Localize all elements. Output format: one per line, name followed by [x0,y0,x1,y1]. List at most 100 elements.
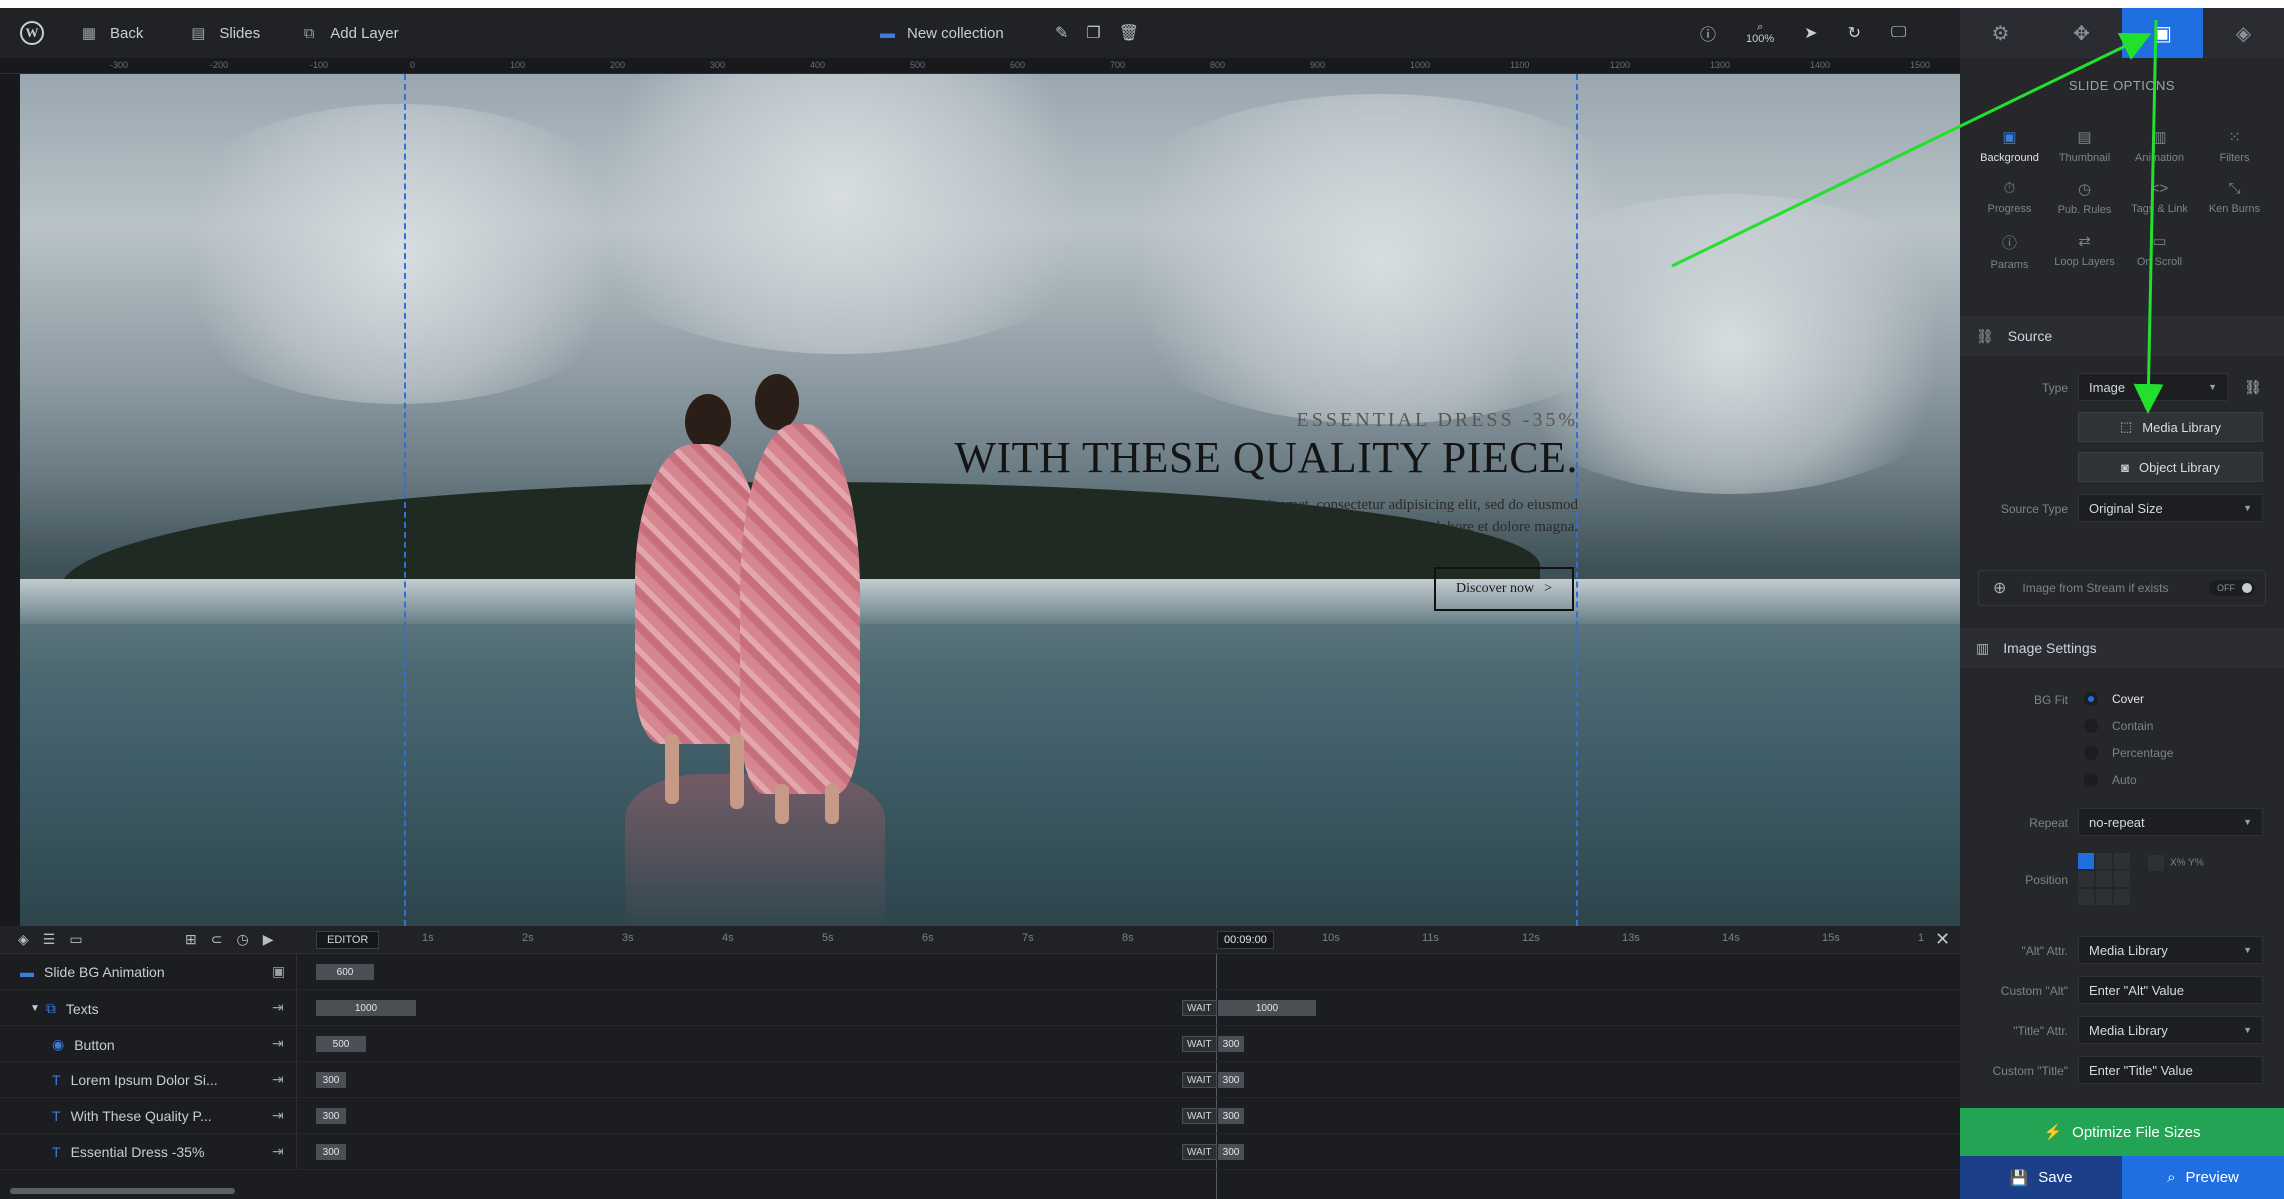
pin-icon[interactable]: ⇥ [272,1107,284,1124]
type-select[interactable]: Image ▼ [2078,373,2228,401]
option-filters[interactable]: ⁙ Filters [2197,128,2272,164]
timeline-end-bar[interactable]: 300 [1218,1036,1244,1052]
preview-button[interactable]: ⌕ Preview [2122,1156,2284,1199]
table-row[interactable]: ◉ Button ⇥ 500 WAIT 300 [0,1026,1960,1062]
position-cell[interactable] [2078,889,2094,905]
layer-headline[interactable]: WITH THESE QUALITY PIECE. [954,432,1578,483]
bg-icon[interactable]: ▣ [272,963,285,980]
object-library-button[interactable]: ◙ Object Library [2078,452,2263,482]
link-icon[interactable]: ⛓ [2238,373,2268,401]
grid-snap-icon[interactable]: ⊞ [185,931,197,948]
image-settings-section-header[interactable]: ▥ Image Settings [1960,628,2284,668]
option-on-scroll[interactable]: ▭ On Scroll [2122,232,2197,271]
alt-attr-select[interactable]: Media Library ▼ [2078,936,2263,964]
position-cell[interactable] [2096,871,2112,887]
position-cell[interactable] [2078,871,2094,887]
wordpress-logo-icon[interactable]: W [20,21,44,45]
pin-icon[interactable]: ⇥ [272,999,284,1016]
back-button[interactable]: ▦ Back [80,8,143,58]
timer-icon[interactable]: ◷ [236,931,248,948]
editor-badge[interactable]: EDITOR [316,931,380,949]
add-layer-button[interactable]: ⧉ Add Layer [300,8,399,58]
position-grid[interactable] [2078,853,2130,905]
pin-icon[interactable]: ⇥ [272,1071,284,1088]
option-background[interactable]: ▣ Background [1972,128,2047,164]
position-cell[interactable] [2114,889,2130,905]
slides-button[interactable]: ▤ Slides [189,8,260,58]
position-cell[interactable] [2096,889,2112,905]
tab-layers[interactable]: ◈ [2203,8,2284,58]
option-animation[interactable]: ▥ Animation [2122,128,2197,164]
option-pub-rules[interactable]: ◷ Pub. Rules [2047,180,2122,216]
layer-lorem-ipsum[interactable]: Lorem ipsum dolor sit amet, consectetur … [1058,494,1578,538]
timeline-end-bar[interactable]: 300 [1218,1144,1244,1160]
time-tick: 11s [1422,932,1439,944]
layer-button[interactable]: Discover now > [1434,567,1574,611]
timeline-bar[interactable]: 500 [316,1036,366,1052]
save-button[interactable]: 💾 Save [1960,1156,2122,1199]
tab-settings[interactable]: ⚙ [1960,8,2041,58]
timeline-bar[interactable]: 300 [316,1108,346,1124]
pointer-icon[interactable]: ➤ [1804,23,1817,43]
slide-canvas[interactable]: ESSENTIAL DRESS -35% WITH THESE QUALITY … [20,74,1960,926]
timeline-scrollbar[interactable] [10,1188,235,1194]
option-loop-layers[interactable]: ⇄ Loop Layers [2047,232,2122,271]
pin-icon[interactable]: ⇥ [272,1035,284,1052]
tab-slide-options[interactable]: ▣ [2122,8,2203,58]
table-row[interactable]: ▬ Slide BG Animation ▣ 600 [0,954,1960,990]
duplicate-icon[interactable]: ❐ [1086,23,1100,43]
option-ken-burns[interactable]: ⤡ Ken Burns [2197,180,2272,216]
timeline-bar[interactable]: 300 [316,1144,346,1160]
close-icon[interactable]: ✕ [1935,929,1950,950]
help-icon[interactable]: ⓘ [1700,21,1716,45]
magnet-icon[interactable]: ⊂ [211,931,223,948]
custom-alt-input[interactable]: Enter "Alt" Value [2078,976,2263,1004]
folder-icon[interactable]: ▭ [69,931,82,948]
custom-title-input[interactable]: Enter "Title" Value [2078,1056,2263,1084]
trash-icon[interactable]: 🗑 [1119,23,1139,43]
position-cell[interactable] [2114,853,2130,869]
layers-icon[interactable]: ◈ [18,931,29,948]
title-attr-select[interactable]: Media Library ▼ [2078,1016,2263,1044]
tab-navigation[interactable]: ✥ [2041,8,2122,58]
table-row[interactable]: T Essential Dress -35% ⇥ 300 WAIT 300 [0,1134,1960,1170]
timeline-bar[interactable]: 600 [316,964,374,980]
position-cell[interactable] [2078,853,2094,869]
table-row[interactable]: T With These Quality P... ⇥ 300 WAIT 300 [0,1098,1960,1134]
timeline-bar[interactable]: 300 [316,1072,346,1088]
repeat-select[interactable]: no-repeat ▼ [2078,808,2263,836]
timeline-bar[interactable]: 1000 [316,1000,416,1016]
option-tags-link[interactable]: <> Tags & Link [2122,180,2197,216]
table-row[interactable]: T Lorem Ipsum Dolor Si... ⇥ 300 WAIT 300 [0,1062,1960,1098]
bgfit-percentage-radio[interactable]: Percentage [2084,746,2173,760]
option-thumbnail[interactable]: ▤ Thumbnail [2047,128,2122,164]
timeline-end-bar[interactable]: 300 [1218,1108,1244,1124]
media-library-button[interactable]: ⬚ Media Library [2078,412,2263,442]
list-icon[interactable]: ☰ [43,931,56,948]
edit-pencil-icon[interactable]: ✎ [1055,23,1068,43]
layer-essential-dress[interactable]: ESSENTIAL DRESS -35% [1297,409,1578,432]
position-cell[interactable] [2114,871,2130,887]
current-time[interactable]: 00:09:00 [1217,931,1274,949]
zoom-control[interactable]: ⌕ 100% [1746,21,1774,45]
timeline-end-bar[interactable]: 300 [1218,1072,1244,1088]
source-type-select[interactable]: Original Size ▼ [2078,494,2263,522]
desktop-view-icon[interactable]: 🖵 [1891,24,1906,42]
optimize-file-sizes-button[interactable]: ⚡ Optimize File Sizes [1960,1108,2284,1156]
source-section-header[interactable]: ⛓ Source [1960,316,2284,356]
background-waves [20,579,1960,624]
slide-title[interactable]: ▬ New collection [880,8,1004,58]
pin-icon[interactable]: ⇥ [272,1143,284,1160]
option-progress[interactable]: ⏱ Progress [1972,180,2047,216]
option-params[interactable]: ⓘ Params [1972,232,2047,271]
stream-toggle[interactable]: OFF [2209,580,2255,596]
position-xy[interactable]: X% Y% [2148,855,2204,871]
timeline-end-bar[interactable]: 1000 [1218,1000,1316,1016]
undo-icon[interactable]: ↻ [1848,23,1861,43]
bgfit-contain-radio[interactable]: Contain [2084,719,2153,733]
bgfit-cover-radio[interactable]: Cover [2084,692,2144,706]
bgfit-auto-radio[interactable]: Auto [2084,773,2137,787]
table-row[interactable]: ▼ ⧉ Texts ⇥ 1000 WAIT 1000 [0,990,1960,1026]
play-icon[interactable]: ▶ [263,931,274,948]
position-cell[interactable] [2096,853,2112,869]
